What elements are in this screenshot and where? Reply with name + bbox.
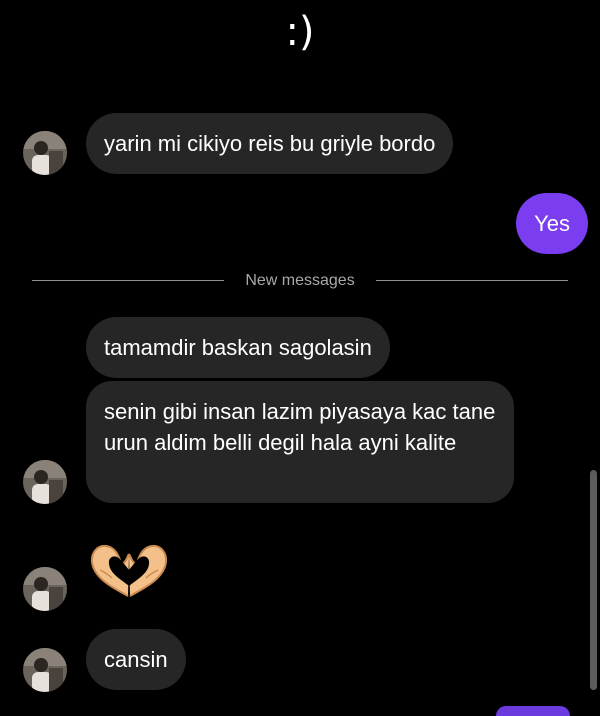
message-bubble-incoming[interactable]: cansin (86, 629, 186, 690)
scrollbar[interactable] (590, 470, 597, 690)
avatar-image (23, 131, 67, 175)
message-bubble-incoming[interactable]: tamamdir baskan sagolasin (86, 317, 390, 378)
message-text: yarin mi cikiyo reis bu griyle bordo (104, 131, 436, 156)
message-bubble-outgoing[interactable]: Yes (516, 193, 588, 254)
message-text: Yes (534, 210, 570, 236)
divider-line-left (32, 280, 224, 281)
message-bubble-outgoing-partial[interactable] (496, 706, 570, 716)
message-text: cansin (104, 647, 168, 672)
avatar[interactable] (23, 460, 67, 504)
divider-line-right (376, 280, 568, 281)
avatar-image (23, 567, 67, 611)
avatar-image (23, 460, 67, 504)
message-text: tamamdir baskan sagolasin (104, 335, 372, 360)
avatar[interactable] (23, 648, 67, 692)
heart-hands-emoji[interactable] (88, 540, 170, 602)
avatar[interactable] (23, 131, 67, 175)
avatar[interactable] (23, 567, 67, 611)
message-bubble-incoming[interactable]: yarin mi cikiyo reis bu griyle bordo (86, 113, 454, 174)
avatar-image (23, 648, 67, 692)
heart-hands-icon (90, 544, 168, 597)
message-bubble-incoming[interactable]: senin gibi insan lazim piyasaya kac tane… (86, 381, 514, 503)
new-messages-divider: New messages (245, 272, 355, 289)
message-text: senin gibi insan lazim piyasaya kac tane… (104, 399, 496, 455)
header-emoticon: :) (285, 9, 315, 55)
